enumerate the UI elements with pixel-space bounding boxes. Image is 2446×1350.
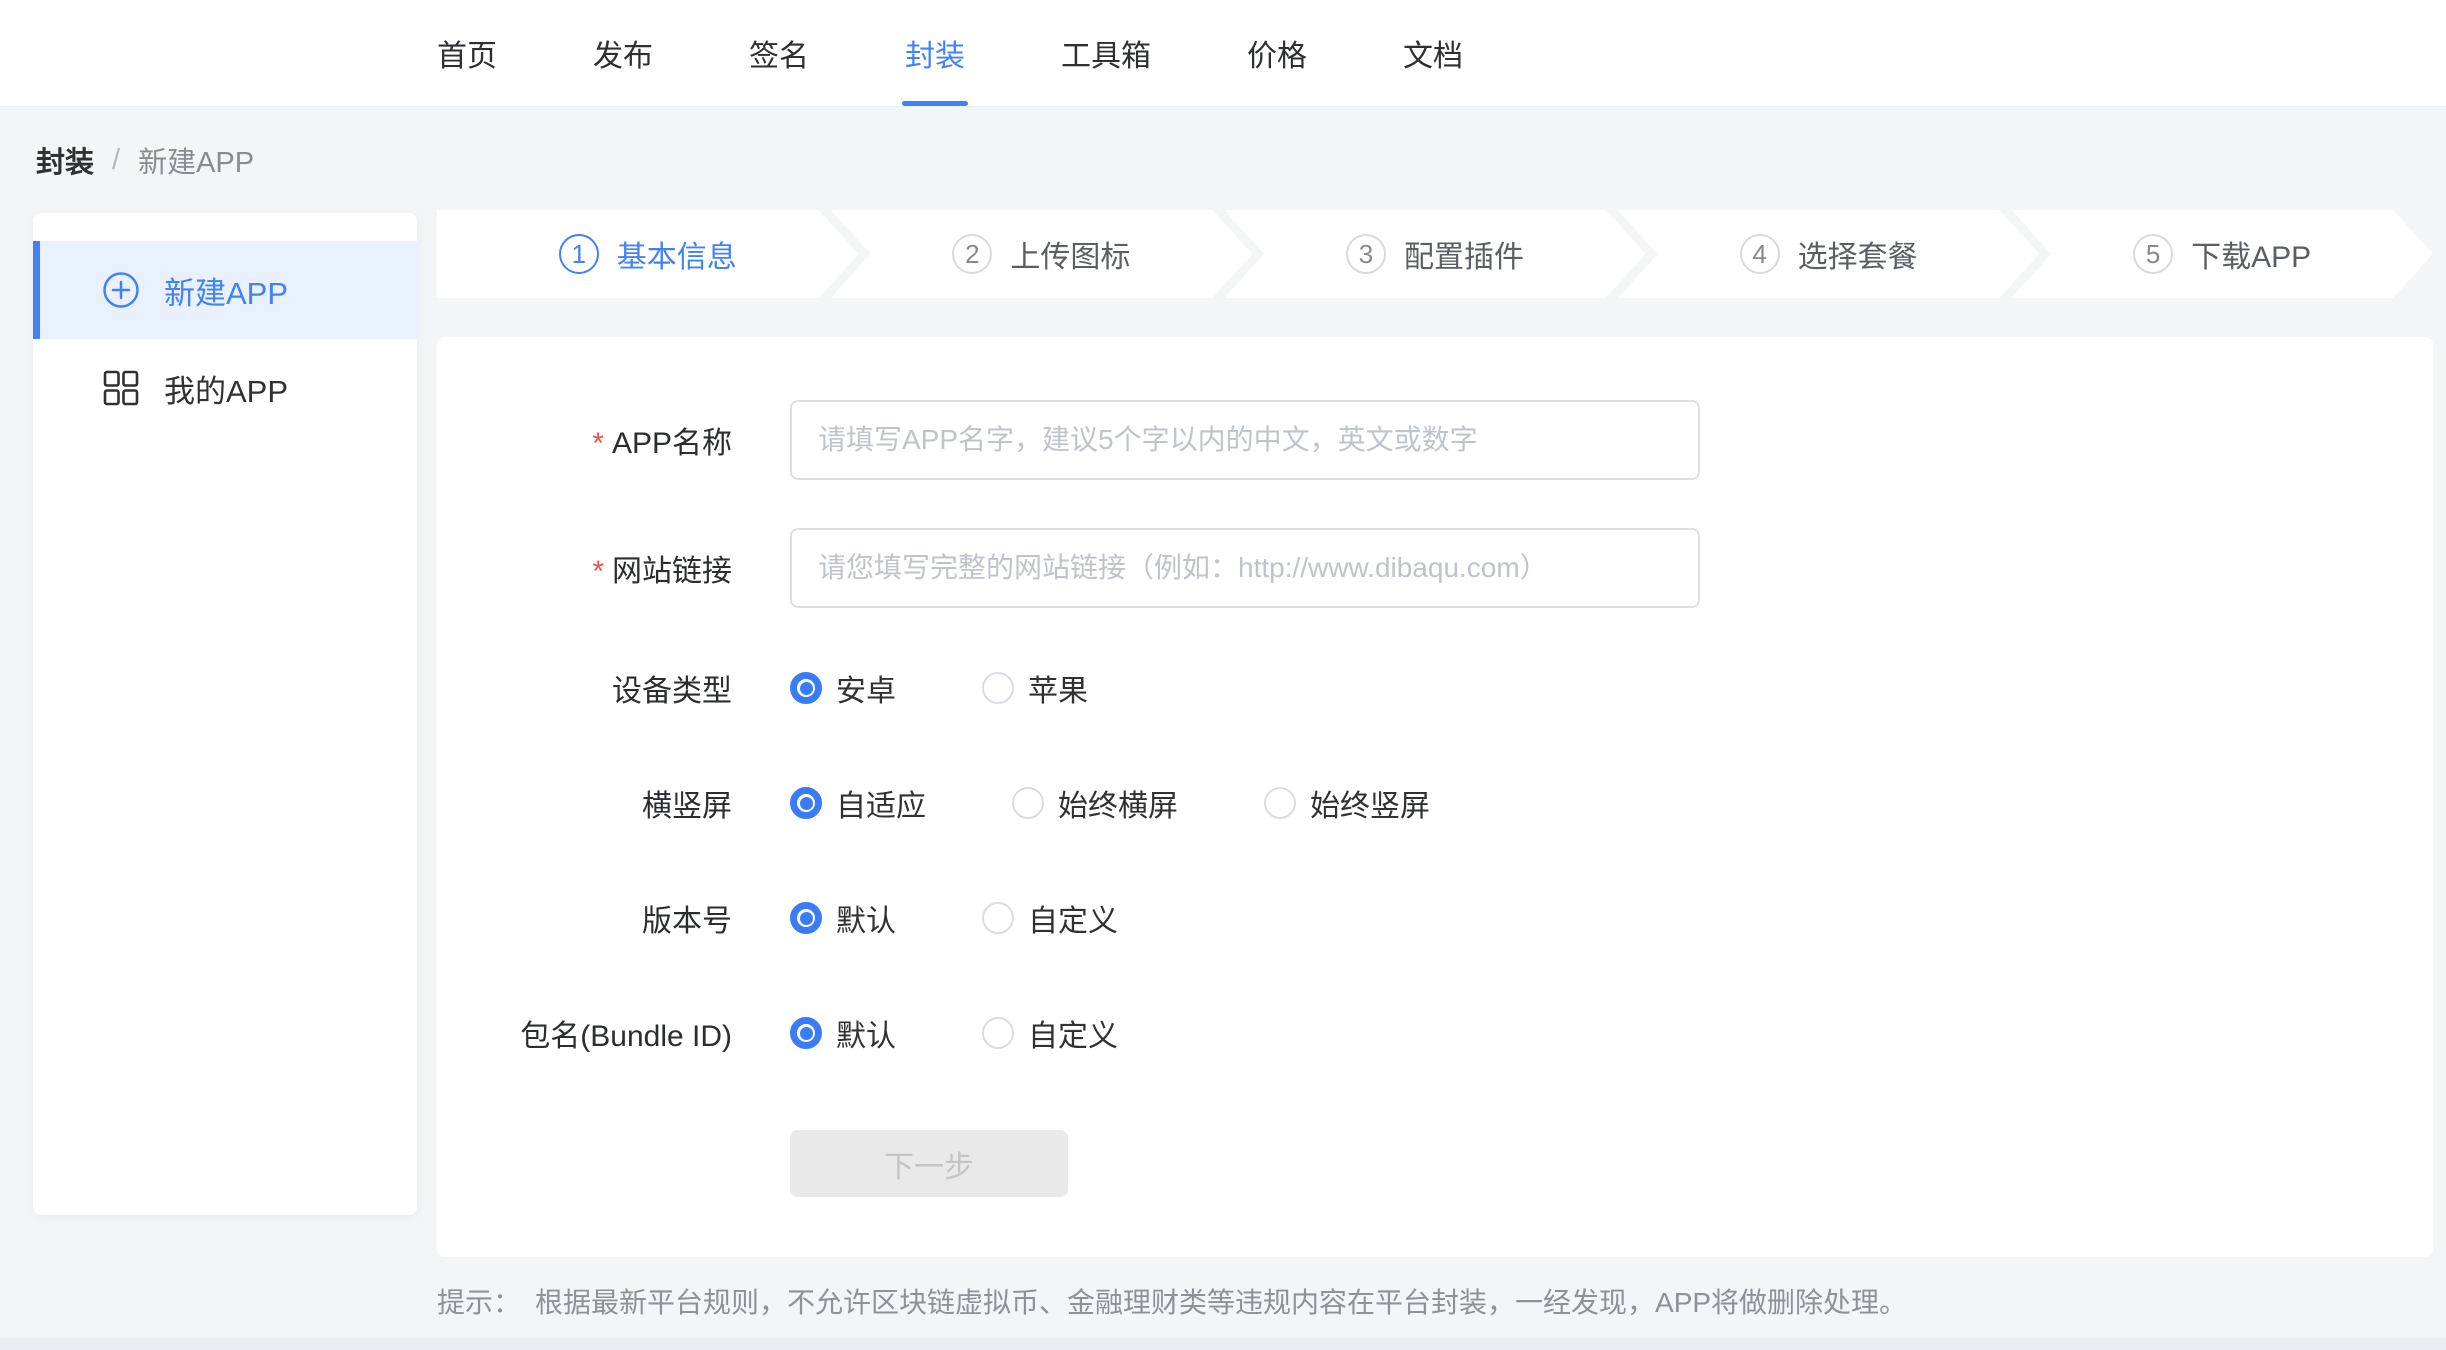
field-label: *APP名称 [437, 418, 732, 462]
radio-bundle-custom[interactable]: 自定义 [982, 1011, 1118, 1055]
form-row-app-name: *APP名称 [437, 400, 2433, 480]
step-number-badge: 5 [2133, 234, 2173, 274]
step-basic-info: 1 基本信息 [437, 210, 859, 298]
step-wizard: 1 基本信息 2 上传图标 3 配置插件 4 选择套餐 5 下载APP [437, 210, 2433, 298]
next-step-button[interactable]: 下一步 [790, 1130, 1068, 1197]
radio-unselected-icon [982, 672, 1014, 704]
top-navigation-bar: 首页 发布 签名 封装 工具箱 价格 文档 [0, 0, 2446, 107]
form-row-orientation: 横竖屏 自适应 始终横屏 始终竖屏 [437, 763, 2433, 843]
field-label: 横竖屏 [437, 781, 732, 825]
radio-ios[interactable]: 苹果 [982, 666, 1088, 710]
nav-item-docs[interactable]: 文档 [1403, 0, 1463, 106]
nav-item-sign[interactable]: 签名 [749, 0, 809, 106]
grid-icon [102, 369, 140, 407]
step-choose-plan: 4 选择套餐 [1618, 210, 2040, 298]
radio-always-landscape[interactable]: 始终横屏 [1012, 781, 1178, 825]
nav-item-home[interactable]: 首页 [437, 0, 497, 106]
step-label: 选择套餐 [1798, 232, 1918, 276]
step-label: 下载APP [2191, 232, 2311, 276]
radio-label: 自适应 [836, 781, 926, 825]
radio-always-portrait[interactable]: 始终竖屏 [1264, 781, 1430, 825]
breadcrumb-section[interactable]: 封装 [36, 139, 94, 181]
form-row-bundle-id: 包名(Bundle ID) 默认 自定义 [437, 993, 2433, 1073]
nav-item-toolbox[interactable]: 工具箱 [1061, 0, 1151, 106]
step-number-badge: 3 [1346, 234, 1386, 274]
radio-unselected-icon [982, 1017, 1014, 1049]
field-label: *网站链接 [437, 546, 732, 590]
step-configure-plugins: 3 配置插件 [1224, 210, 1646, 298]
app-name-input[interactable] [790, 400, 1700, 480]
form-row-version: 版本号 默认 自定义 [437, 878, 2433, 958]
step-number-badge: 4 [1740, 234, 1780, 274]
radio-label: 安卓 [836, 666, 896, 710]
step-number-badge: 1 [559, 234, 599, 274]
nav-item-publish[interactable]: 发布 [593, 0, 653, 106]
website-url-input[interactable] [790, 528, 1700, 608]
step-label: 上传图标 [1010, 232, 1130, 276]
step-upload-icon: 2 上传图标 [831, 210, 1253, 298]
breadcrumb-separator: / [112, 144, 120, 177]
radio-bundle-default[interactable]: 默认 [790, 1011, 896, 1055]
step-label: 基本信息 [617, 232, 737, 276]
required-asterisk-icon: * [592, 427, 604, 460]
form-panel: *APP名称 *网站链接 设备类型 安卓 苹果 横 [437, 337, 2433, 1257]
radio-label: 自定义 [1028, 1011, 1118, 1055]
field-label: 设备类型 [437, 666, 732, 710]
radio-unselected-icon [982, 902, 1014, 934]
radio-label: 苹果 [1028, 666, 1088, 710]
sidebar-item-label: 新建APP [164, 268, 288, 313]
sidebar-item-label: 我的APP [164, 366, 288, 411]
form-row-device-type: 设备类型 安卓 苹果 [437, 648, 2433, 728]
radio-selected-icon [790, 672, 822, 704]
field-label: 包名(Bundle ID) [437, 1011, 732, 1055]
radio-label: 始终竖屏 [1310, 781, 1430, 825]
nav-item-price[interactable]: 价格 [1247, 0, 1307, 106]
radio-selected-icon [790, 902, 822, 934]
breadcrumb-current: 新建APP [138, 139, 254, 181]
radio-label: 默认 [836, 1011, 896, 1055]
footer-strip [0, 1338, 2446, 1350]
radio-version-custom[interactable]: 自定义 [982, 896, 1118, 940]
main-nav: 首页 发布 签名 封装 工具箱 价格 文档 [437, 0, 1559, 106]
radio-unselected-icon [1012, 787, 1044, 819]
tip-label: 提示： [437, 1281, 521, 1321]
form-row-website-url: *网站链接 [437, 528, 2433, 608]
breadcrumb: 封装 / 新建APP [0, 107, 2446, 213]
radio-version-default[interactable]: 默认 [790, 896, 896, 940]
radio-android[interactable]: 安卓 [790, 666, 896, 710]
radio-unselected-icon [1264, 787, 1296, 819]
radio-selected-icon [790, 1017, 822, 1049]
radio-selected-icon [790, 787, 822, 819]
sidebar-item-new-app[interactable]: 新建APP [33, 241, 417, 339]
field-label: 版本号 [437, 896, 732, 940]
radio-label: 始终横屏 [1058, 781, 1178, 825]
radio-label: 默认 [836, 896, 896, 940]
radio-auto-orientation[interactable]: 自适应 [790, 781, 926, 825]
radio-label: 自定义 [1028, 896, 1118, 940]
nav-item-package[interactable]: 封装 [905, 0, 965, 106]
platform-rule-tip: 提示： 根据最新平台规则，不允许区块链虚拟币、金融理财类等违规内容在平台封装，一… [437, 1281, 1907, 1321]
sidebar: 新建APP 我的APP [33, 213, 417, 1215]
required-asterisk-icon: * [592, 555, 604, 588]
plus-circle-icon [102, 271, 140, 309]
tip-text: 根据最新平台规则，不允许区块链虚拟币、金融理财类等违规内容在平台封装，一经发现，… [535, 1281, 1907, 1321]
sidebar-item-my-apps[interactable]: 我的APP [33, 339, 417, 437]
step-label: 配置插件 [1404, 232, 1524, 276]
step-download-app: 5 下载APP [2011, 210, 2433, 298]
step-number-badge: 2 [952, 234, 992, 274]
